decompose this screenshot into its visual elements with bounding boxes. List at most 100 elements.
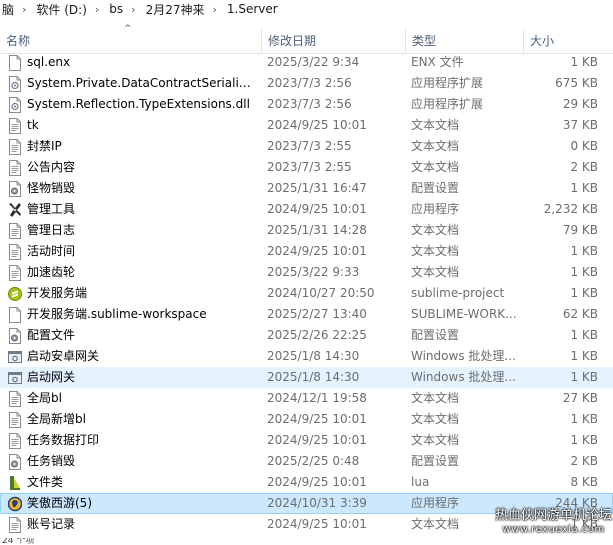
dll-file-icon xyxy=(8,76,21,92)
file-modified-date: 2023/7/3 2:55 xyxy=(267,139,352,153)
file-size: 1 KB xyxy=(570,244,598,258)
file-type: lua xyxy=(411,475,430,489)
file-name: sql.enx xyxy=(27,55,71,69)
file-name: 管理日志 xyxy=(27,223,76,237)
column-header-name[interactable]: ^ 名称 xyxy=(0,24,261,53)
sort-ascending-icon: ^ xyxy=(124,24,132,34)
file-name: System.Reflection.TypeExtensions.dll xyxy=(27,97,250,111)
file-size: 2 KB xyxy=(570,454,598,468)
column-header-type[interactable]: 类型 xyxy=(405,29,523,53)
file-type: Windows 批处理... xyxy=(411,370,516,384)
config-file-icon xyxy=(8,454,21,470)
file-row[interactable]: 管理工具 2024/9/25 10:01 应用程序 2,232 KB xyxy=(0,199,613,220)
file-name: 启动安卓网关 xyxy=(27,349,100,363)
status-item-count: 24 个项 xyxy=(2,538,35,545)
file-modified-date: 2025/1/8 14:30 xyxy=(267,370,360,384)
breadcrumb-item[interactable]: 脑 xyxy=(0,1,16,18)
file-icon-cell xyxy=(8,136,22,157)
file-row[interactable]: 活动时间 2024/9/25 10:01 文本文档 1 KB xyxy=(0,241,613,262)
lua-file-icon xyxy=(8,475,20,490)
file-row[interactable]: 全局新增bl 2024/9/25 10:01 文本文档 1 KB xyxy=(0,409,613,430)
file-size: 1 KB xyxy=(570,286,598,300)
file-type: ENX 文件 xyxy=(411,55,464,69)
file-icon-cell xyxy=(8,262,22,283)
breadcrumb-chevron-icon[interactable]: › xyxy=(125,3,143,16)
file-row[interactable]: 文件类 2024/9/25 10:01 lua 8 KB xyxy=(0,472,613,493)
column-header-size[interactable]: 大小 xyxy=(523,29,603,53)
file-size: 2 KB xyxy=(570,160,598,174)
breadcrumb-chevron-icon[interactable]: › xyxy=(206,3,224,16)
file-row[interactable]: 加速齿轮 2025/3/22 9:33 文本文档 1 KB xyxy=(0,262,613,283)
file-size: 1 KB xyxy=(570,433,598,447)
file-modified-date: 2025/2/27 13:40 xyxy=(267,307,367,321)
file-size: 1 KB xyxy=(570,181,598,195)
file-row[interactable]: 启动网关 2025/1/8 14:30 Windows 批处理... 1 KB xyxy=(0,367,613,388)
file-name: 任务数据打印 xyxy=(27,433,100,447)
column-header-type-label: 类型 xyxy=(412,34,437,48)
file-icon-cell xyxy=(8,451,22,472)
file-modified-date: 2025/2/26 22:25 xyxy=(267,328,367,342)
column-header-date[interactable]: 修改日期 xyxy=(261,29,405,53)
file-row[interactable]: 全局bl 2024/12/1 19:58 文本文档 27 KB xyxy=(0,388,613,409)
file-icon-cell xyxy=(8,472,22,493)
file-size: 29 KB xyxy=(562,97,598,111)
file-modified-date: 2024/9/25 10:01 xyxy=(267,517,367,531)
breadcrumb-chevron-icon[interactable]: › xyxy=(89,3,107,16)
watermark-title: 热血侠网游单机论坛 xyxy=(494,508,612,523)
file-icon-cell xyxy=(8,325,22,346)
column-header-bar: ^ 名称 修改日期 类型 大小 xyxy=(0,24,613,54)
file-name: 活动时间 xyxy=(27,244,76,258)
file-row[interactable]: 任务销毁 2025/2/25 0:48 配置设置 2 KB xyxy=(0,451,613,472)
column-header-name-label: 名称 xyxy=(6,34,31,48)
file-type: 文本文档 xyxy=(411,223,460,237)
file-modified-date: 2025/1/31 16:47 xyxy=(267,181,367,195)
file-type: SUBLIME-WORK... xyxy=(411,307,517,321)
file-modified-date: 2023/7/3 2:55 xyxy=(267,160,352,174)
file-row[interactable]: 怪物销毁 2025/1/31 16:47 配置设置 1 KB xyxy=(0,178,613,199)
game-app-icon xyxy=(8,496,22,512)
file-row[interactable]: 管理日志 2025/1/31 14:28 文本文档 79 KB xyxy=(0,220,613,241)
file-modified-date: 2023/7/3 2:56 xyxy=(267,97,352,111)
file-row[interactable]: 开发服务端.sublime-workspace 2025/2/27 13:40 SU… xyxy=(0,304,613,325)
file-name: 文件类 xyxy=(27,475,64,489)
file-type: 文本文档 xyxy=(411,391,460,405)
file-size: 1 KB xyxy=(570,328,598,342)
file-modified-date: 2024/10/27 20:50 xyxy=(267,286,375,300)
file-size: 2,232 KB xyxy=(543,202,598,216)
file-row[interactable]: System.Reflection.TypeExtensions.dll 2023… xyxy=(0,94,613,115)
breadcrumb-item[interactable]: 1.Server xyxy=(225,2,280,16)
file-icon-cell xyxy=(8,73,22,94)
config-file-icon xyxy=(8,181,21,197)
file-row[interactable]: tk 2024/9/25 10:01 文本文档 37 KB xyxy=(0,115,613,136)
breadcrumb-item[interactable]: 2月27神来 xyxy=(144,1,207,18)
file-icon-cell xyxy=(8,346,22,367)
app-tool-icon xyxy=(8,202,21,217)
breadcrumb-chevron-icon[interactable]: › xyxy=(16,3,34,16)
file-modified-date: 2024/10/31 3:39 xyxy=(267,496,367,510)
dll-file-icon xyxy=(8,97,21,113)
column-header-date-label: 修改日期 xyxy=(268,34,317,48)
file-name: 账号记录 xyxy=(27,517,76,531)
file-modified-date: 2024/12/1 19:58 xyxy=(267,391,367,405)
file-row[interactable]: sql.enx 2025/3/22 9:34 ENX 文件 1 KB xyxy=(0,52,613,73)
text-file-icon xyxy=(8,139,21,155)
text-file-icon xyxy=(8,517,21,533)
file-name: 封禁IP xyxy=(27,139,62,153)
breadcrumb-item[interactable]: bs xyxy=(107,2,125,16)
file-size: 1 KB xyxy=(570,55,598,69)
watermark: 热血侠网游单机论坛 www.rexuexia.com xyxy=(494,508,613,536)
text-file-icon xyxy=(8,433,21,449)
file-row[interactable]: System.Private.DataContractSerializati..… xyxy=(0,73,613,94)
text-file-icon xyxy=(8,412,21,428)
file-icon-cell xyxy=(8,388,22,409)
file-row[interactable]: 开发服务端 2024/10/27 20:50 sublime-project 1 KB xyxy=(0,283,613,304)
file-row[interactable]: 配置文件 2025/2/26 22:25 配置设置 1 KB xyxy=(0,325,613,346)
breadcrumb-item[interactable]: 软件 (D:) xyxy=(34,1,88,18)
file-size: 1 KB xyxy=(570,370,598,384)
file-icon-cell xyxy=(8,514,22,535)
file-row[interactable]: 封禁IP 2023/7/3 2:55 文本文档 0 KB xyxy=(0,136,613,157)
file-row[interactable]: 任务数据打印 2024/9/25 10:01 文本文档 1 KB xyxy=(0,430,613,451)
file-row[interactable]: 公告内容 2023/7/3 2:55 文本文档 2 KB xyxy=(0,157,613,178)
file-row[interactable]: 启动安卓网关 2025/1/8 14:30 Windows 批处理... 1 KB xyxy=(0,346,613,367)
file-name: 管理工具 xyxy=(27,202,76,216)
